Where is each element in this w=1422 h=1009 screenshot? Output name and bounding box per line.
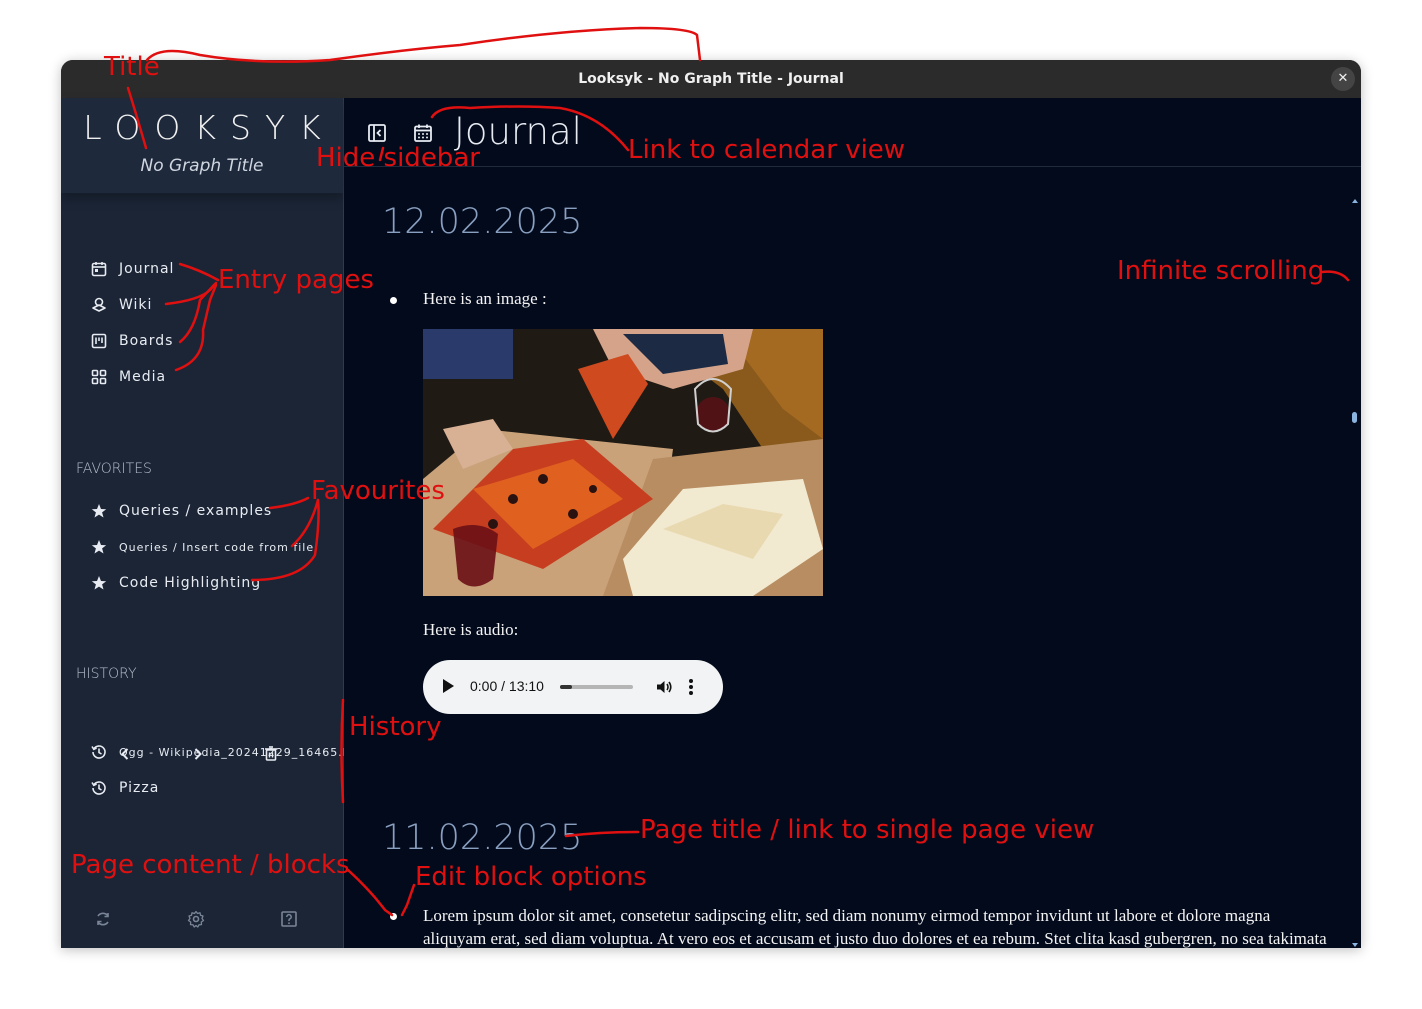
settings-gear-icon[interactable] (187, 910, 205, 928)
sidebar-item-media[interactable]: Media (91, 365, 166, 389)
star-icon (91, 576, 107, 590)
history-item-label: Pizza (119, 780, 160, 796)
window-title: Looksyk - No Graph Title - Journal (578, 71, 844, 87)
favorite-item[interactable]: Queries / examples (91, 499, 272, 523)
favorite-item-label: Code Highlighting (119, 575, 262, 591)
audio-time: 0:00 / 13:10 (470, 678, 544, 694)
page-title: Journal (454, 110, 582, 153)
sidebar: LOOKSYK No Graph Title Journal Wiki Boar… (61, 98, 371, 948)
sync-icon[interactable] (94, 910, 112, 928)
sidebar-item-label: Journal (119, 261, 175, 277)
history-heading: HISTORY (76, 666, 137, 682)
pizza-photo (423, 329, 823, 596)
window-titlebar: Looksyk - No Graph Title - Journal ✕ (61, 60, 1361, 98)
audio-progress-fill (560, 685, 573, 689)
journal-date-link[interactable]: 12.02.2025 (382, 202, 582, 242)
history-icon (91, 745, 106, 759)
scroll-up-arrow[interactable] (1352, 199, 1358, 203)
play-icon[interactable] (443, 679, 454, 693)
star-icon (91, 504, 107, 518)
scroll-down-arrow[interactable] (1352, 943, 1358, 947)
star-icon (91, 540, 107, 554)
page-header: Journal (344, 98, 1361, 167)
app-window: Looksyk - No Graph Title - Journal ✕ LOO… (61, 60, 1361, 948)
brand-name: LOOKSYK (83, 108, 335, 147)
history-icon (91, 781, 106, 795)
hide-sidebar-icon[interactable] (367, 123, 387, 143)
scrollbar[interactable] (1350, 199, 1360, 947)
block-bullet[interactable] (390, 913, 397, 920)
board-icon (91, 333, 107, 349)
sidebar-item-label: Boards (119, 333, 174, 349)
calendar-view-icon[interactable] (413, 123, 433, 143)
favorite-item-label: Queries / examples (119, 503, 273, 519)
pizza-image (423, 329, 823, 596)
main-content: Journal 12.02.2025 Here is an image : He… (344, 98, 1361, 948)
history-item-label: Ogg - Wikipedia_20241229_16465.html (119, 745, 372, 759)
calendar-icon (91, 262, 107, 277)
block-text[interactable]: Lorem ipsum dolor sit amet, consetetur s… (423, 904, 1333, 948)
block-bullet[interactable] (390, 297, 397, 304)
scrollbar-thumb[interactable] (1352, 412, 1357, 423)
journal-date-link[interactable]: 11.02.2025 (382, 818, 582, 858)
block-text[interactable]: Here is an image : (423, 289, 547, 309)
more-options-icon[interactable] (688, 677, 694, 697)
sidebar-item-boards[interactable]: Boards (91, 329, 173, 353)
close-window-button[interactable]: ✕ (1331, 67, 1355, 91)
audio-player: 0:00 / 13:10 (423, 660, 723, 714)
block-text[interactable]: Here is audio: (423, 620, 518, 640)
graph-title: No Graph Title (140, 156, 264, 176)
sidebar-item-label: Media (119, 369, 167, 385)
sidebar-item-wiki[interactable]: Wiki (91, 293, 152, 317)
sidebar-item-label: Wiki (119, 297, 153, 313)
volume-icon[interactable] (655, 678, 673, 696)
favorite-item[interactable]: Queries / Insert code from file (91, 535, 314, 559)
history-item[interactable]: Ogg - Wikipedia_20241229_16465.html (91, 740, 372, 764)
brand-header: LOOKSYK No Graph Title (61, 98, 343, 193)
favorite-item-label: Queries / Insert code from file (119, 540, 315, 554)
help-icon[interactable] (280, 910, 298, 928)
history-item[interactable]: Pizza (91, 776, 159, 800)
audio-seek-slider[interactable] (560, 685, 633, 689)
sidebar-item-journal[interactable]: Journal (91, 257, 174, 281)
favorites-heading: FAVORITES (76, 461, 152, 477)
favorite-item[interactable]: Code Highlighting (91, 571, 261, 595)
wiki-icon (92, 297, 106, 312)
grid-icon (91, 369, 107, 385)
